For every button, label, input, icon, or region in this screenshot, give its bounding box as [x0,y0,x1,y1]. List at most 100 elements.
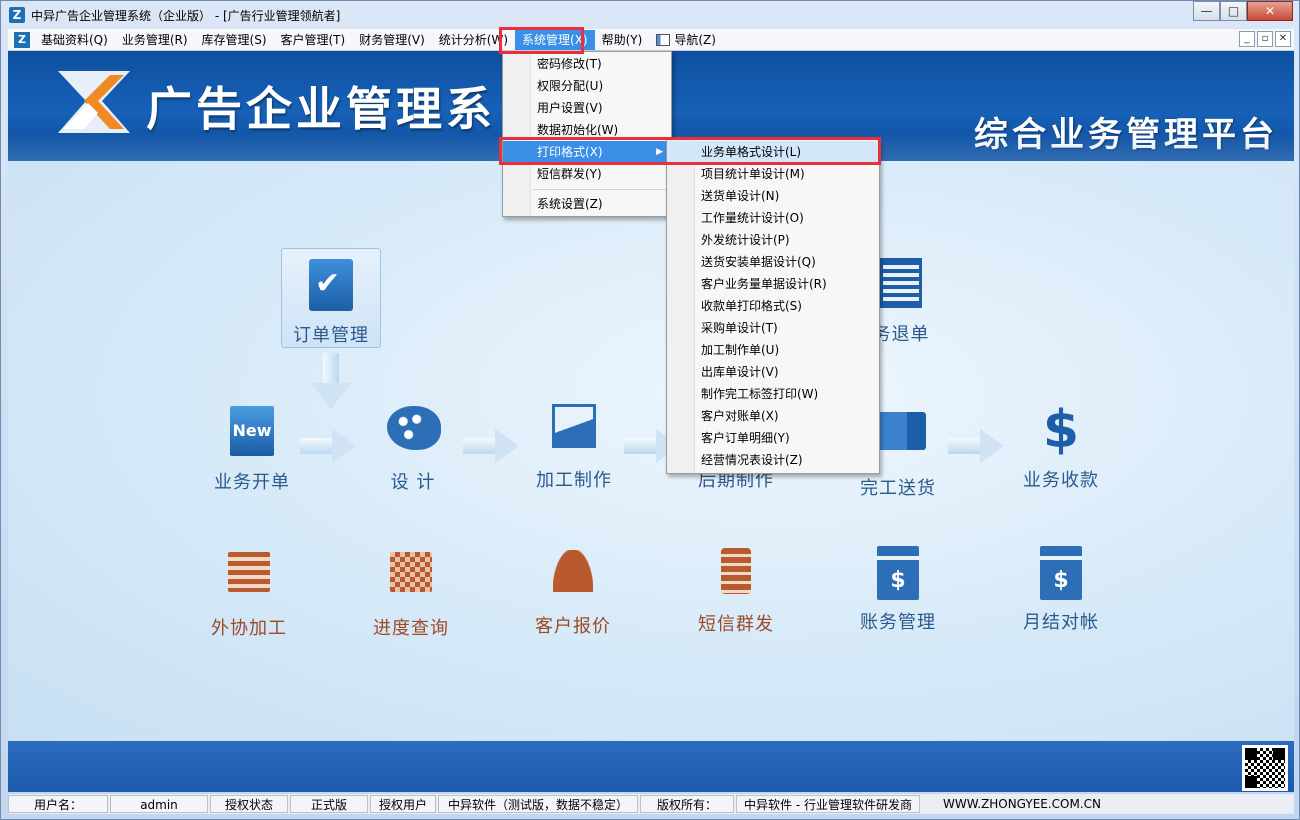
dollar-icon: $ [1042,400,1080,460]
new-order-icon: New [226,406,278,458]
quote-label: 客户报价 [535,616,611,637]
flow-arrow-icon [948,429,1004,463]
calendar-icon [385,552,437,604]
status-user-label: 用户名： [8,795,108,813]
status-licensee-value: 中异软件（测试版，数据不稳定） [438,795,638,813]
menu-help[interactable]: 帮助(Y) [595,30,650,50]
submenu-item-outsource-stats[interactable]: 外发统计设计(P) [667,229,879,251]
collection-label: 业务收款 [1023,470,1099,491]
status-website[interactable]: WWW.ZHONGYEE.COM.CN [922,795,1122,813]
status-user-value: admin [110,795,208,813]
order-management-label: 订单管理 [293,325,369,346]
status-auth-label: 授权状态 [210,795,288,813]
menu-item-user-settings[interactable]: 用户设置(V) [503,97,671,119]
menu-system[interactable]: 系统管理(X) [515,29,595,50]
submenu-item-work-order[interactable]: 加工制作单(U) [667,339,879,361]
design-label: 设 计 [390,472,436,493]
menu-item-data-init[interactable]: 数据初始化(W) [503,119,671,141]
menu-navigation-label: 导航(Z) [674,32,716,47]
submenu-item-business-report[interactable]: 经营情况表设计(Z) [667,449,879,471]
submenu-item-delivery-install[interactable]: 送货安装单据设计(Q) [667,251,879,273]
bottom-banner [8,741,1294,792]
monthly-label: 月结对帐 [1023,612,1099,633]
mdi-app-icon[interactable]: Z [14,31,30,48]
mdi-minimize-button[interactable]: _ [1239,31,1255,47]
person-icon [547,550,599,602]
outsource-tile[interactable]: 外协加工 [194,546,304,640]
menu-separator [503,185,671,193]
sms-tile[interactable]: 短信群发 [681,546,791,636]
submenu-item-outbound[interactable]: 出库单设计(V) [667,361,879,383]
design-tile[interactable]: 设 计 [358,406,468,494]
order-management-tile[interactable]: 订单管理 [281,248,381,348]
menu-item-print-format[interactable]: 打印格式(X) ▶ [503,141,671,163]
submenu-item-order-format[interactable]: 业务单格式设计(L) [667,141,879,163]
sms-label: 短信群发 [698,614,774,635]
window-title: 中异广告企业管理系统（企业版） - [广告行业管理领航者] [31,9,341,23]
status-licensee-label: 授权用户 [370,795,436,813]
new-order-label: 业务开单 [214,472,290,493]
submenu-item-order-detail[interactable]: 客户订单明细(Y) [667,427,879,449]
menu-item-system-settings[interactable]: 系统设置(Z) [503,193,671,215]
mdi-restore-button[interactable]: ▫ [1257,31,1273,47]
order-document-icon [305,259,357,311]
progress-tile[interactable]: 进度查询 [356,546,466,640]
print-format-submenu: 业务单格式设计(L) 项目统计单设计(M) 送货单设计(N) 工作量统计设计(O… [666,139,880,474]
menu-finance[interactable]: 财务管理(V) [352,30,432,50]
menu-customer[interactable]: 客户管理(T) [274,30,353,50]
menu-statistics[interactable]: 统计分析(W) [432,30,515,50]
accounts-tile[interactable]: $ 账务管理 [843,546,953,634]
system-menu-dropdown: 密码修改(T) 权限分配(U) 用户设置(V) 数据初始化(W) 打印格式(X)… [502,51,672,217]
submenu-item-customer-volume[interactable]: 客户业务量单据设计(R) [667,273,879,295]
menu-bar: Z 基础资料(Q) 业务管理(R) 库存管理(S) 客户管理(T) 财务管理(V… [8,29,1294,51]
mdi-close-button[interactable]: ✕ [1275,31,1291,47]
return-list-icon [875,258,927,310]
delivery-label: 完工送货 [860,478,936,499]
down-arrow-icon [311,353,351,409]
menu-business[interactable]: 业务管理(R) [115,30,195,50]
window-controls: — □ ✕ [1193,1,1293,21]
outsource-label: 外协加工 [211,618,287,639]
palette-icon [387,406,441,458]
submenu-item-statement[interactable]: 客户对账单(X) [667,405,879,427]
phone-icon [710,548,762,600]
print-format-label: 打印格式(X) [537,145,603,159]
submenu-item-purchase-order[interactable]: 采购单设计(T) [667,317,879,339]
submenu-arrow-icon: ▶ [656,147,663,157]
submenu-item-workload-stats[interactable]: 工作量统计设计(O) [667,207,879,229]
collection-tile[interactable]: $ 业务收款 [1006,404,1116,492]
flow-arrow-icon [300,429,356,463]
accounts-label: 账务管理 [860,612,936,633]
menu-item-sms[interactable]: 短信群发(Y) [503,163,671,185]
outsource-icon [223,552,275,604]
submenu-item-delivery-note[interactable]: 送货单设计(N) [667,185,879,207]
qr-code-icon [1242,745,1288,791]
menu-basic-data[interactable]: 基础资料(Q) [34,30,115,50]
maximize-button[interactable]: □ [1220,1,1247,21]
submenu-item-project-stats[interactable]: 项目统计单设计(M) [667,163,879,185]
menu-item-permissions[interactable]: 权限分配(U) [503,75,671,97]
menu-item-change-password[interactable]: 密码修改(T) [503,53,671,75]
company-logo-icon [58,71,130,133]
monthly-tile[interactable]: $ 月结对帐 [1006,546,1116,634]
mdi-controls: _ ▫ ✕ [1239,31,1291,47]
quote-tile[interactable]: 客户报价 [518,546,628,638]
flow-arrow-icon [463,429,519,463]
banner-title: 广告企业管理系 [146,82,496,136]
ledger-icon: $ [1035,546,1087,600]
app-logo-icon: Z [9,7,25,23]
menu-navigation[interactable]: 导航(Z) [649,30,723,50]
progress-label: 进度查询 [373,618,449,639]
menu-inventory[interactable]: 库存管理(S) [195,30,274,50]
minimize-button[interactable]: — [1193,1,1220,21]
status-copyright-value: 中异软件 - 行业管理软件研发商 [736,795,920,813]
submenu-item-label-print[interactable]: 制作完工标签打印(W) [667,383,879,405]
close-button[interactable]: ✕ [1247,1,1293,21]
status-copyright-label: 版权所有： [640,795,734,813]
status-bar: 用户名： admin 授权状态 正式版 授权用户 中异软件（测试版，数据不稳定）… [8,794,1294,814]
navigation-icon [656,33,671,46]
new-order-tile[interactable]: New 业务开单 [197,406,307,494]
processing-tile[interactable]: 加工制作 [519,404,629,492]
submenu-item-receipt-format[interactable]: 收款单打印格式(S) [667,295,879,317]
title-bar: Z 中异广告企业管理系统（企业版） - [广告行业管理领航者] — □ ✕ [1,1,1299,29]
